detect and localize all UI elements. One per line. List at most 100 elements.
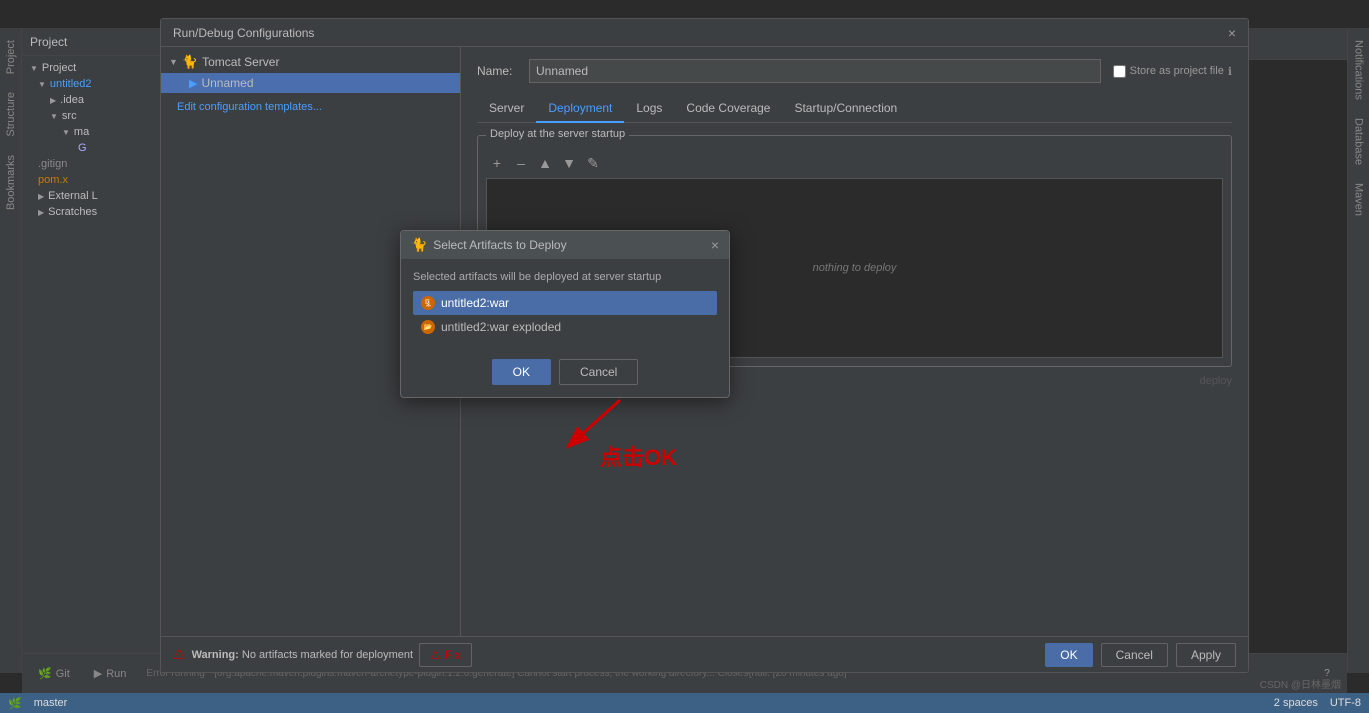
tomcat-chevron-icon: ▼ [169, 57, 178, 67]
chevron-project: ▼ [30, 64, 38, 73]
run-debug-close-btn[interactable]: × [1228, 25, 1236, 41]
warning-bar: ⚠ Warning: No artifacts marked for deplo… [173, 643, 1037, 667]
fix-icon: ⚠ [430, 648, 441, 662]
sidebar-tab-bookmarks[interactable]: Bookmarks [2, 147, 20, 218]
chevron-src: ▼ [50, 112, 58, 121]
encoding-label: UTF-8 [1330, 697, 1361, 709]
status-right: 2 spaces UTF-8 [1274, 697, 1361, 709]
fix-label: Fix [445, 648, 461, 662]
tab-logs[interactable]: Logs [624, 95, 674, 123]
cancel-btn[interactable]: Cancel [1101, 643, 1168, 667]
run-debug-title: Run/Debug Configurations [173, 26, 314, 40]
status-bar: 🌿 master 2 spaces UTF-8 [0, 693, 1369, 713]
tree-item-project[interactable]: ▼ Project [22, 60, 161, 76]
branch-label: master [34, 697, 68, 709]
remove-artifact-btn[interactable]: – [510, 152, 532, 174]
sidebar-tab-maven[interactable]: Maven [1350, 175, 1368, 224]
tab-code-coverage[interactable]: Code Coverage [674, 95, 782, 123]
tree-label-idea: .idea [60, 94, 84, 106]
sidebar-tab-notifications[interactable]: Notifications [1350, 32, 1368, 108]
sidebar-tab-database[interactable]: Database [1350, 110, 1368, 173]
tree-label-scratches: Scratches [48, 206, 97, 218]
git-tab-label: Git [56, 668, 70, 680]
store-as-file-label: Store as project file [1130, 65, 1224, 77]
edit-artifact-btn[interactable]: ✎ [582, 152, 604, 174]
deploy-toolbar: + – ▲ ▼ ✎ [486, 152, 1223, 174]
tree-label-project: Project [42, 62, 76, 74]
git-tab[interactable]: 🌿 Git [30, 663, 78, 684]
deploy-empty-hint: nothing to deploy [813, 262, 897, 274]
tomcat-server-icon: 🐈 [182, 54, 198, 70]
watermark: CSDN @日林墨烟 [1260, 676, 1341, 691]
tomcat-group[interactable]: ▼ 🐈 Tomcat Server [161, 51, 460, 73]
unnamed-config-label: Unnamed [201, 76, 253, 90]
artifact-item-war-exploded[interactable]: 📂 untitled2:war exploded [413, 315, 717, 339]
run-tab-icon: ▶ [94, 667, 102, 680]
branch-icon: 🌿 [8, 697, 22, 710]
project-panel-header: Project [22, 28, 161, 56]
git-icon: 🌿 [38, 667, 52, 680]
artifact-cancel-btn[interactable]: Cancel [559, 359, 638, 385]
unnamed-config-item[interactable]: ▶ Unnamed [161, 73, 460, 93]
store-as-file-area: Store as project file ℹ [1113, 65, 1232, 78]
tree-item-scratches[interactable]: ▶ Scratches [22, 204, 161, 220]
run-debug-footer: ⚠ Warning: No artifacts marked for deplo… [161, 636, 1248, 672]
chevron-scratches: ▶ [38, 208, 44, 217]
tree-label-ma: ma [74, 126, 89, 138]
apply-btn[interactable]: Apply [1176, 643, 1236, 667]
tree-item-pom[interactable]: pom.x [22, 172, 161, 188]
sidebar-tab-structure[interactable]: Structure [2, 84, 20, 145]
artifact-dialog-close-btn[interactable]: × [711, 237, 719, 253]
tree-label-src: src [62, 110, 77, 122]
deploy-section-legend: Deploy at the server startup [486, 128, 629, 140]
artifact-ok-btn[interactable]: OK [492, 359, 551, 385]
chevron-external: ▶ [38, 192, 44, 201]
right-sidebar: Notifications Database Maven [1347, 28, 1369, 673]
chevron-ma: ▼ [62, 128, 70, 137]
tree-item-gitignore[interactable]: .gitign [22, 156, 161, 172]
artifact-item-war[interactable]: 🗜 untitled2:war [413, 291, 717, 315]
footer-buttons: OK Cancel Apply [1045, 643, 1236, 667]
left-sidebar: Project Structure Bookmarks [0, 28, 22, 673]
ok-btn[interactable]: OK [1045, 643, 1092, 667]
tree-item-idea[interactable]: ▶ .idea [22, 92, 161, 108]
artifact-label-war-exploded: untitled2:war exploded [441, 320, 561, 334]
artifact-icon-war-exploded: 📂 [421, 320, 435, 334]
tree-item-src[interactable]: ▼ src [22, 108, 161, 124]
warning-bold: Warning: [192, 649, 239, 661]
move-down-btn[interactable]: ▼ [558, 152, 580, 174]
tree-label-gitignore: .gitign [38, 158, 67, 170]
tree-item-untitled2[interactable]: ▼ untitled2 [22, 76, 161, 92]
chevron-untitled2: ▼ [38, 80, 46, 89]
tab-server[interactable]: Server [477, 95, 536, 123]
fix-btn[interactable]: ⚠ Fix [419, 643, 472, 667]
store-as-file-checkbox[interactable] [1113, 65, 1126, 78]
artifact-description: Selected artifacts will be deployed at s… [413, 271, 717, 283]
project-panel: Project ▼ Project ▼ untitled2 ▶ .idea ▼ … [22, 28, 162, 653]
tree-item-ma[interactable]: ▼ ma [22, 124, 161, 140]
artifact-dialog-title-text: 🐈 Select Artifacts to Deploy [411, 237, 567, 253]
run-debug-titlebar: Run/Debug Configurations × [161, 19, 1248, 47]
name-input-field[interactable] [529, 59, 1101, 83]
edit-templates-link[interactable]: Edit configuration templates... [161, 93, 460, 121]
spaces-label: 2 spaces [1274, 697, 1318, 709]
artifact-label-war: untitled2:war [441, 296, 509, 310]
tree-label-external: External L [48, 190, 98, 202]
move-up-btn[interactable]: ▲ [534, 152, 556, 174]
run-tab[interactable]: ▶ Run [86, 663, 135, 684]
status-left: 🌿 master [8, 697, 67, 710]
artifact-icon-war: 🗜 [421, 296, 435, 310]
tree-item-external[interactable]: ▶ External L [22, 188, 161, 204]
tab-startup-connection[interactable]: Startup/Connection [782, 95, 909, 123]
warning-icon: ⚠ [173, 646, 186, 663]
tomcat-group-label: Tomcat Server [202, 55, 279, 69]
tree-label-g: G [78, 142, 87, 154]
tab-deployment[interactable]: Deployment [536, 95, 624, 123]
config-tabs: Server Deployment Logs Code Coverage Sta… [477, 95, 1232, 123]
run-config-icon: ▶ [189, 77, 197, 90]
name-row: Name: Store as project file ℹ [477, 59, 1232, 83]
tree-item-g[interactable]: G [22, 140, 161, 156]
sidebar-tab-project[interactable]: Project [2, 32, 20, 82]
artifact-dialog-title-label: Select Artifacts to Deploy [433, 238, 566, 252]
add-artifact-btn[interactable]: + [486, 152, 508, 174]
